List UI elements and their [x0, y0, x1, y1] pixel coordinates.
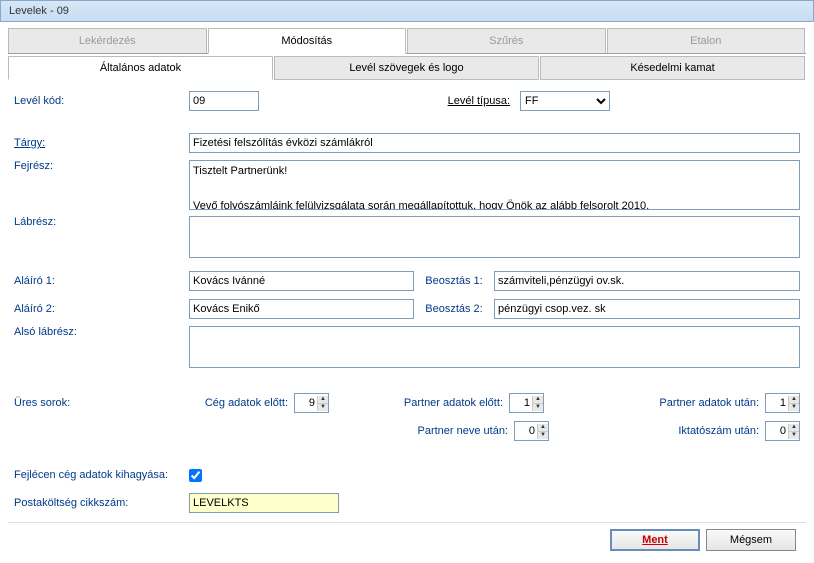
spin-down-icon[interactable]: ▼: [533, 404, 543, 411]
label-position-2: Beosztás 2:: [414, 303, 494, 315]
label-partner-before: Partner adatok előtt:: [329, 397, 509, 409]
position-1-input[interactable]: [494, 271, 800, 291]
spin-up-icon[interactable]: ▲: [533, 396, 543, 404]
save-button[interactable]: Ment: [610, 529, 700, 551]
tab-etalon[interactable]: Etalon: [607, 28, 806, 53]
label-letter-type: Levél típusa:: [259, 95, 520, 107]
window-titlebar: Levelek - 09: [0, 0, 814, 22]
lower-footer-textarea[interactable]: [189, 326, 800, 368]
company-before-spinner[interactable]: ▲▼: [294, 393, 329, 413]
tab-modify[interactable]: Módosítás: [208, 28, 407, 54]
signer-1-input[interactable]: [189, 271, 414, 291]
label-signer-1: Aláíró 1:: [14, 275, 189, 287]
label-letter-code: Levél kód:: [14, 95, 189, 107]
label-postage-code: Postaköltség cikkszám:: [14, 497, 189, 509]
label-subject: Tárgy:: [14, 137, 189, 149]
window-title: Levelek - 09: [9, 5, 69, 17]
button-row: Ment Mégsem: [8, 522, 806, 557]
subject-input[interactable]: [189, 133, 800, 153]
label-company-before: Cég adatok előtt:: [189, 397, 294, 409]
spin-down-icon[interactable]: ▼: [318, 404, 328, 411]
cancel-button[interactable]: Mégsem: [706, 529, 796, 551]
main-tab-bar: Lekérdezés Módosítás Szűrés Etalon: [8, 28, 806, 54]
partner-before-spinner[interactable]: ▲▼: [509, 393, 544, 413]
tab-letter-texts[interactable]: Levél szövegek és logo: [274, 56, 539, 80]
position-2-input[interactable]: [494, 299, 800, 319]
letter-type-select[interactable]: FF: [520, 91, 610, 111]
sub-tab-bar: Általános adatok Levél szövegek és logo …: [8, 56, 806, 80]
spin-up-icon[interactable]: ▲: [789, 424, 799, 432]
spin-up-icon[interactable]: ▲: [538, 424, 548, 432]
label-signer-2: Aláíró 2:: [14, 303, 189, 315]
tab-late-interest[interactable]: Késedelmi kamat: [540, 56, 805, 80]
spin-down-icon[interactable]: ▼: [538, 432, 548, 439]
tab-general-data[interactable]: Általános adatok: [8, 56, 273, 80]
label-partner-name-after: Partner neve után:: [334, 425, 514, 437]
spin-up-icon[interactable]: ▲: [318, 396, 328, 404]
letter-code-input[interactable]: [189, 91, 259, 111]
footer-textarea[interactable]: [189, 216, 800, 258]
partner-name-after-spinner[interactable]: ▲▼: [514, 421, 549, 441]
label-position-1: Beosztás 1:: [414, 275, 494, 287]
spin-up-icon[interactable]: ▲: [789, 396, 799, 404]
header-textarea[interactable]: Tisztelt Partnerünk! Vevő folyószámláink…: [189, 160, 800, 210]
skip-company-header-checkbox[interactable]: [189, 469, 202, 482]
label-header: Fejrész:: [14, 160, 189, 172]
tab-filter[interactable]: Szűrés: [407, 28, 606, 53]
label-empty-rows: Üres sorok:: [14, 397, 189, 409]
regnum-after-spinner[interactable]: ▲▼: [765, 421, 800, 441]
label-skip-company-header: Fejlécen cég adatok kihagyása:: [14, 469, 189, 481]
label-lower-footer: Alsó lábrész:: [14, 326, 189, 338]
spin-down-icon[interactable]: ▼: [789, 404, 799, 411]
partner-after-spinner[interactable]: ▲▼: [765, 393, 800, 413]
signer-2-input[interactable]: [189, 299, 414, 319]
spin-down-icon[interactable]: ▼: [789, 432, 799, 439]
label-partner-after: Partner adatok után:: [544, 397, 765, 409]
postage-code-input[interactable]: [189, 493, 339, 513]
tab-query[interactable]: Lekérdezés: [8, 28, 207, 53]
label-footer: Lábrész:: [14, 216, 189, 228]
label-regnum-after: Iktatószám után:: [549, 425, 765, 437]
